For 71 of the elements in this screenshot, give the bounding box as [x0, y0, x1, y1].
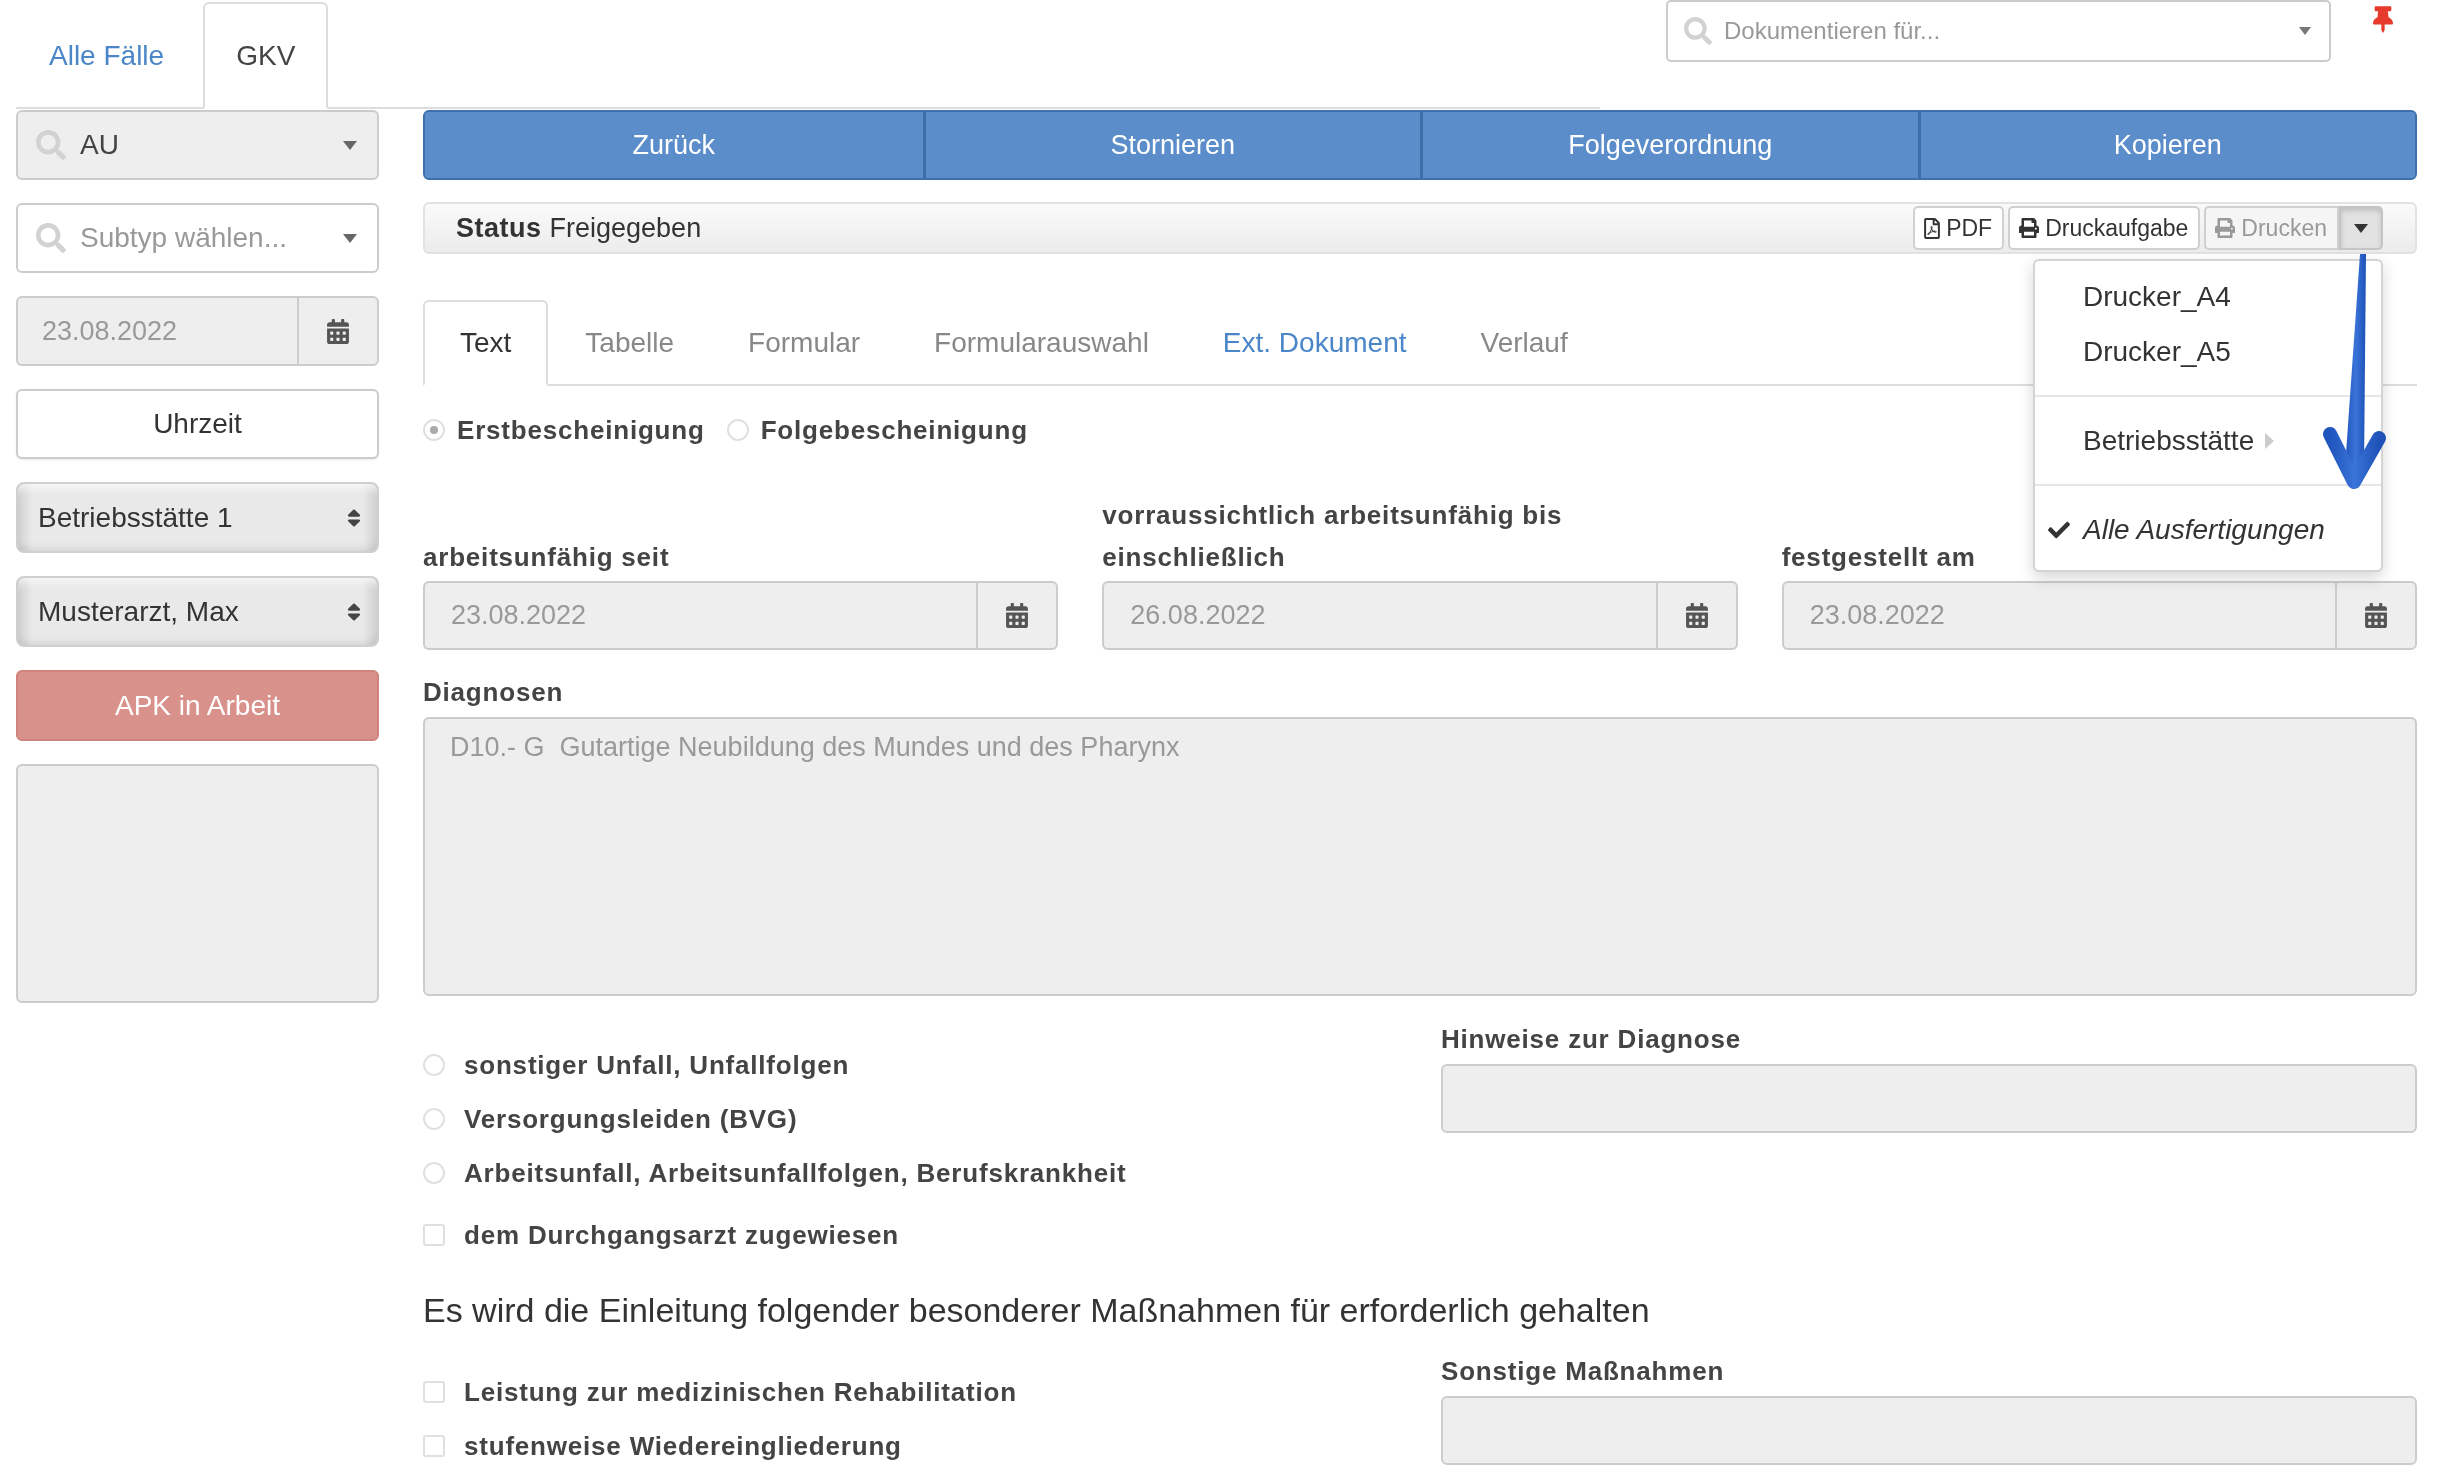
menu-item[interactable]: Drucker_A5	[2035, 324, 2237, 379]
checkbox[interactable]	[423, 1435, 445, 1457]
pdf-file-icon	[1924, 217, 1941, 239]
search-icon	[36, 130, 66, 160]
status-button[interactable]: APK in Arbeit	[16, 670, 379, 741]
calendar-button[interactable]	[976, 581, 1059, 650]
radio-label: Erstbescheinigung	[457, 414, 705, 446]
dropdown-toggle[interactable]	[2339, 206, 2383, 250]
calendar-button[interactable]	[297, 296, 379, 366]
status-label: Status	[456, 212, 542, 244]
subtype-select[interactable]: Subtyp wählen...	[16, 203, 379, 273]
search-icon	[1684, 17, 1712, 45]
menu-item[interactable]: Betriebsstätte	[2035, 413, 2281, 468]
menu-item[interactable]: Alle Ausfertigungen	[2035, 502, 2331, 557]
radio-button[interactable]	[423, 1108, 445, 1130]
caret-down-icon	[2354, 223, 2368, 233]
status-value: Freigegeben	[549, 212, 702, 244]
calendar-icon	[1006, 603, 1029, 628]
caret-down-icon	[2299, 27, 2311, 35]
case-tab[interactable]: GKV	[203, 2, 329, 109]
radio-label: Folgebescheinigung	[760, 414, 1028, 446]
document-search-field[interactable]: Dokumentieren für...	[1666, 0, 2331, 62]
checkbox-label: dem Durchgangsarzt zugewiesen	[464, 1219, 899, 1251]
document-type-select[interactable]: AU	[16, 110, 379, 180]
caret-down-icon	[343, 233, 357, 243]
calendar-icon	[2365, 603, 2387, 628]
field-label: Diagnosen	[423, 676, 565, 709]
section-heading: Es wird die Einleitung folgender besonderer Maßnahmen für erforderlich gehalten	[423, 1290, 1650, 1331]
printer-icon	[2215, 218, 2236, 238]
form-tab[interactable]: Verlauf	[1443, 300, 1605, 386]
printer-icon	[2019, 218, 2040, 238]
radio-button[interactable]	[423, 419, 445, 441]
doctor-select[interactable]: Musterarzt, Max	[16, 576, 379, 647]
radio-label: Arbeitsunfall, Arbeitsunfallfolgen, Berufskrankheit	[464, 1157, 1127, 1189]
form-tab[interactable]: Ext. Dokument	[1185, 300, 1444, 386]
search-icon	[36, 223, 66, 253]
time-button[interactable]: Uhrzeit	[16, 389, 379, 459]
checkbox-label: stufenweise Wiedereingliederung	[464, 1430, 902, 1462]
menu-item[interactable]: Drucker_A4	[2035, 269, 2237, 324]
notes-field[interactable]	[16, 764, 379, 1003]
field-label: Hinweise zur Diagnose	[1441, 1023, 1742, 1056]
calendar-icon	[1685, 603, 1708, 628]
calendar-button[interactable]	[2335, 581, 2417, 650]
diagnosis-notes-field[interactable]	[1441, 1064, 2417, 1133]
form-tab[interactable]: Tabelle	[548, 300, 712, 386]
caret-right-icon	[2265, 432, 2275, 449]
caret-down-icon	[343, 140, 357, 150]
pdf-button[interactable]: PDF	[1913, 206, 2005, 250]
case-tab[interactable]: Alle Fälle	[16, 2, 198, 109]
pushpin-icon[interactable]	[2373, 6, 2393, 33]
calendar-button[interactable]	[1655, 581, 1738, 650]
print-button[interactable]: Druckaufgabe	[2008, 206, 2201, 250]
form-tab[interactable]: Text	[423, 300, 549, 386]
field-label: vorraussichtlich arbeitsunfähig bis einschließlich	[1102, 499, 1564, 574]
field-label: festgestellt am	[1781, 541, 1977, 574]
radio-button[interactable]	[726, 419, 749, 441]
radio-label: sonstiger Unfall, Unfallfolgen	[464, 1049, 850, 1081]
checkbox[interactable]	[423, 1224, 445, 1246]
calendar-icon	[327, 318, 349, 344]
form-tab[interactable]: Formularauswahl	[897, 300, 1186, 386]
radio-label: Versorgungsleiden (BVG)	[464, 1103, 798, 1135]
checkbox[interactable]	[423, 1381, 445, 1403]
site-select[interactable]: Betriebsstätte 1	[16, 482, 379, 553]
field-label: Sonstige Maßnahmen	[1441, 1355, 1726, 1388]
radio-button[interactable]	[423, 1162, 445, 1184]
checkbox-label: Leistung zur medizinischen Rehabilitation	[464, 1376, 1017, 1408]
other-measures-field[interactable]	[1441, 1396, 2417, 1465]
radio-button[interactable]	[423, 1054, 445, 1076]
field-label: arbeitsunfähig seit	[423, 541, 671, 574]
action-button[interactable]: Kopieren	[1917, 112, 2415, 178]
form-tab[interactable]: Formular	[711, 300, 898, 386]
